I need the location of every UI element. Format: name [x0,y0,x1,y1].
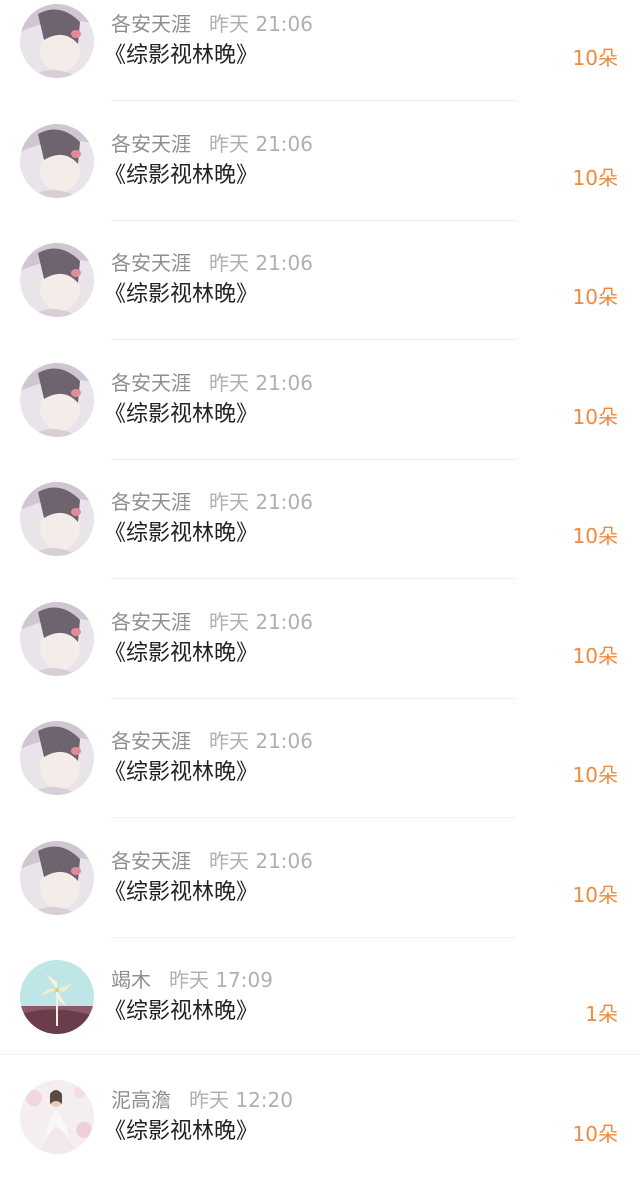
timestamp: 昨天 21:06 [209,490,313,514]
user-meta: 各安天涯昨天 21:06 [111,371,313,395]
flower-count: 10朵 [573,405,618,429]
list-item[interactable]: 各安天涯昨天 21:06 《综影视林晚》 10朵 [0,359,640,479]
username[interactable]: 竭木 [111,968,151,992]
user-meta: 各安天涯昨天 21:06 [111,251,313,275]
username[interactable]: 各安天涯 [111,371,191,395]
divider [111,578,516,579]
book-title[interactable]: 《综影视林晚》 [104,162,258,190]
timestamp: 昨天 21:06 [209,12,313,36]
username[interactable]: 泥高澹 [111,1088,171,1112]
list-item[interactable]: 各安天涯昨天 21:06 《综影视林晚》 10朵 [0,239,640,359]
flower-count: 10朵 [573,763,618,787]
username[interactable]: 各安天涯 [111,729,191,753]
book-title[interactable]: 《综影视林晚》 [104,879,258,907]
list-item[interactable]: 各安天涯昨天 21:06 《综影视林晚》 10朵 [0,478,640,598]
user-meta: 泥高澹昨天 12:20 [111,1088,293,1112]
portrait-girl-icon[interactable] [20,482,94,556]
divider [111,817,516,818]
user-meta: 各安天涯昨天 21:06 [111,490,313,514]
list-item[interactable]: 各安天涯昨天 21:06 《综影视林晚》 10朵 [0,598,640,718]
flower-count: 10朵 [573,285,618,309]
user-meta: 各安天涯昨天 21:06 [111,12,313,36]
timestamp: 昨天 17:09 [169,968,273,992]
list-item[interactable]: 各安天涯昨天 21:06 《综影视林晚》 10朵 [0,837,640,957]
pinwheel-icon[interactable] [20,960,94,1034]
flower-count: 1朵 [585,1002,618,1026]
portrait-girl-icon[interactable] [20,602,94,676]
book-title[interactable]: 《综影视林晚》 [104,281,258,309]
bride-icon[interactable] [20,1080,94,1154]
list-item[interactable]: 各安天涯昨天 21:06 《综影视林晚》 10朵 [0,717,640,837]
book-title[interactable]: 《综影视林晚》 [104,1118,258,1146]
timestamp: 昨天 21:06 [209,610,313,634]
flower-count: 10朵 [573,46,618,70]
book-title[interactable]: 《综影视林晚》 [104,640,258,668]
username[interactable]: 各安天涯 [111,490,191,514]
divider [111,100,516,101]
flower-count: 10朵 [573,644,618,668]
book-title[interactable]: 《综影视林晚》 [104,520,258,548]
timestamp: 昨天 21:06 [209,251,313,275]
user-meta: 各安天涯昨天 21:06 [111,849,313,873]
book-title[interactable]: 《综影视林晚》 [104,998,258,1026]
portrait-girl-icon[interactable] [20,243,94,317]
divider [111,937,516,938]
list-item[interactable]: 竭木昨天 17:09 《综影视林晚》 1朵 [0,956,640,1076]
portrait-girl-icon[interactable] [20,124,94,198]
timestamp: 昨天 12:20 [189,1088,293,1112]
username[interactable]: 各安天涯 [111,610,191,634]
book-title[interactable]: 《综影视林晚》 [104,401,258,429]
divider [111,339,516,340]
user-meta: 竭木昨天 17:09 [111,968,273,992]
book-title[interactable]: 《综影视林晚》 [104,759,258,787]
list-item[interactable]: 各安天涯昨天 21:06 《综影视林晚》 10朵 [0,0,640,120]
username[interactable]: 各安天涯 [111,12,191,36]
divider [111,459,516,460]
flower-count: 10朵 [573,524,618,548]
list-item[interactable]: 各安天涯昨天 21:06 《综影视林晚》 10朵 [0,120,640,240]
timestamp: 昨天 21:06 [209,729,313,753]
portrait-girl-icon[interactable] [20,4,94,78]
username[interactable]: 各安天涯 [111,132,191,156]
divider [0,1054,640,1055]
user-meta: 各安天涯昨天 21:06 [111,729,313,753]
flower-count: 10朵 [573,1122,618,1146]
divider [111,698,516,699]
timestamp: 昨天 21:06 [209,371,313,395]
flower-count: 10朵 [573,166,618,190]
book-title[interactable]: 《综影视林晚》 [104,42,258,70]
portrait-girl-icon[interactable] [20,363,94,437]
divider [111,220,516,221]
user-meta: 各安天涯昨天 21:06 [111,132,313,156]
username[interactable]: 各安天涯 [111,849,191,873]
timestamp: 昨天 21:06 [209,132,313,156]
username[interactable]: 各安天涯 [111,251,191,275]
list-item[interactable]: 泥高澹昨天 12:20 《综影视林晚》 10朵 [0,1076,640,1195]
portrait-girl-icon[interactable] [20,841,94,915]
user-meta: 各安天涯昨天 21:06 [111,610,313,634]
timestamp: 昨天 21:06 [209,849,313,873]
flower-count: 10朵 [573,883,618,907]
portrait-girl-icon[interactable] [20,721,94,795]
